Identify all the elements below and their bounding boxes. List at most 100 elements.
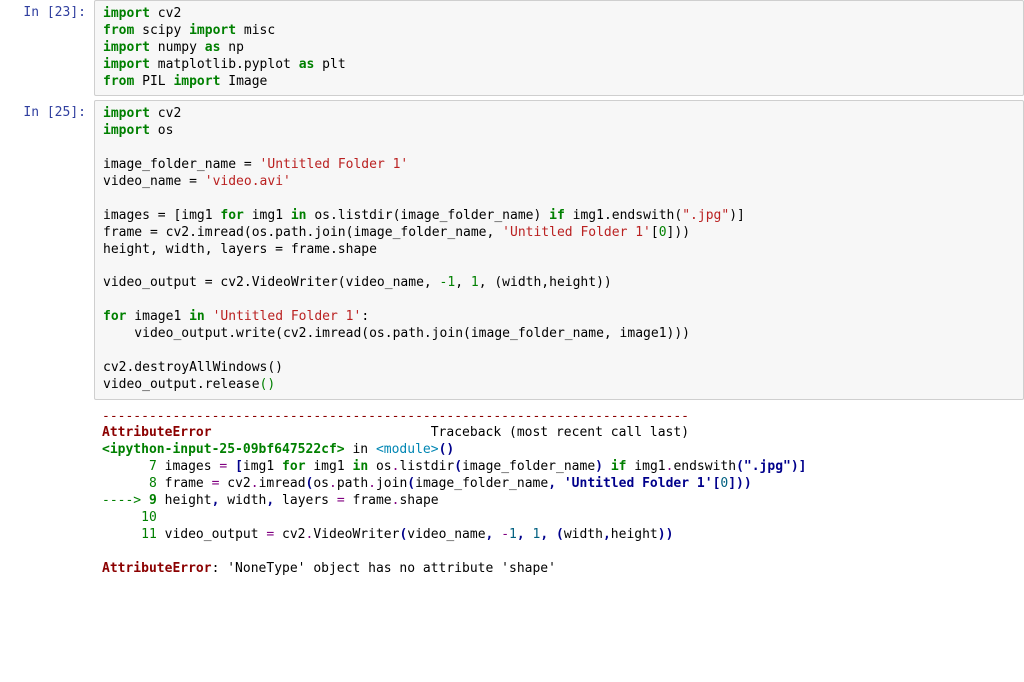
- tb-bracket: [: [235, 459, 243, 474]
- output-cell: ----------------------------------------…: [0, 404, 1024, 583]
- tb-text: endswith: [673, 459, 736, 474]
- output-prompt: [0, 404, 94, 583]
- tb-op: .: [251, 476, 259, 491]
- paren: (): [260, 377, 276, 392]
- tb-module: <module>: [376, 442, 439, 457]
- error-message: : 'NoneType' object has no attribute 'sh…: [212, 561, 556, 576]
- code-text: plt: [314, 57, 345, 72]
- tb-number: 1: [509, 527, 517, 542]
- tb-text: video_name: [407, 527, 485, 542]
- number-literal: 0: [659, 225, 667, 240]
- code-text: video_output = cv2.VideoWriter(video_nam…: [103, 275, 440, 290]
- tb-lineno: 8: [149, 476, 157, 491]
- tb-text: Traceback (most recent call last): [431, 425, 689, 440]
- tb-kw: if: [611, 459, 627, 474]
- code-text: images = [img1: [103, 208, 220, 223]
- string-literal: 'Untitled Folder 1': [502, 225, 651, 240]
- code-text: ])): [667, 225, 690, 240]
- code-text: cv2: [150, 106, 181, 121]
- tb-indent: [102, 527, 141, 542]
- tb-lineno: 11: [141, 527, 157, 542]
- tb-paren: (: [454, 459, 462, 474]
- string-literal: 'video.avi': [205, 174, 291, 189]
- keyword: for: [220, 208, 243, 223]
- code-text: height, width, layers = frame.shape: [103, 242, 377, 257]
- code-text: video_name =: [103, 174, 205, 189]
- tb-paren: (: [556, 527, 564, 542]
- tb-text: width: [219, 493, 266, 508]
- spacer: [212, 425, 431, 440]
- number-literal: -1: [440, 275, 456, 290]
- string-literal: ".jpg": [682, 208, 729, 223]
- keyword: as: [205, 40, 221, 55]
- input-prompt: In [23]:: [0, 0, 94, 96]
- code-input[interactable]: import cv2 from scipy import misc import…: [94, 0, 1024, 96]
- keyword: for: [103, 309, 126, 324]
- keyword: import: [103, 106, 150, 121]
- keyword: import: [103, 40, 150, 55]
- tb-text: join: [376, 476, 407, 491]
- tb-text: height: [611, 527, 658, 542]
- tb-lineno: 10: [141, 510, 157, 525]
- tb-text: [525, 527, 533, 542]
- tb-text: images: [157, 459, 220, 474]
- code-text: img1: [244, 208, 291, 223]
- tb-text: layers: [274, 493, 337, 508]
- code-cell[interactable]: In [25]: import cv2 import os image_fold…: [0, 100, 1024, 399]
- tb-text: shape: [399, 493, 438, 508]
- tb-text: [556, 476, 564, 491]
- code-input[interactable]: import cv2 import os image_folder_name =…: [94, 100, 1024, 399]
- keyword: if: [549, 208, 565, 223]
- code-text: os.listdir(image_folder_name): [307, 208, 550, 223]
- tb-text: img1: [243, 459, 282, 474]
- keyword: import: [103, 57, 150, 72]
- code-text: video_output.write(cv2.imread(os.path.jo…: [103, 326, 690, 341]
- tb-text: path: [337, 476, 368, 491]
- tb-kw: for: [282, 459, 305, 474]
- tb-op: .: [368, 476, 376, 491]
- keyword: import: [173, 74, 220, 89]
- error-name: AttributeError: [102, 561, 212, 576]
- code-text: [205, 309, 213, 324]
- tb-location: <ipython-input-25-09bf647522cf>: [102, 442, 345, 457]
- code-text: image_folder_name =: [103, 157, 260, 172]
- tb-paren: (): [439, 442, 455, 457]
- keyword: import: [189, 23, 236, 38]
- code-text: numpy: [150, 40, 205, 55]
- code-cell[interactable]: In [23]: import cv2 from scipy import mi…: [0, 0, 1024, 96]
- keyword: from: [103, 74, 134, 89]
- tb-op: ,: [540, 527, 548, 542]
- keyword: as: [299, 57, 315, 72]
- tb-divider: ----------------------------------------…: [102, 409, 689, 424]
- tb-text: cv2: [274, 527, 305, 542]
- tb-arrow: ---->: [102, 493, 149, 508]
- tb-op: ,: [603, 527, 611, 542]
- tb-text: video_output: [157, 527, 267, 542]
- string-literal: 'Untitled Folder 1': [213, 309, 362, 324]
- code-text: ,: [455, 275, 471, 290]
- tb-op: ,: [548, 476, 556, 491]
- keyword: import: [103, 123, 150, 138]
- tb-paren: )): [658, 527, 674, 542]
- tb-indent: [102, 510, 141, 525]
- tb-text: os: [313, 476, 329, 491]
- code-text: PIL: [134, 74, 173, 89]
- tb-lineno: 7: [149, 459, 157, 474]
- traceback-output: ----------------------------------------…: [94, 404, 1024, 583]
- tb-op: -: [501, 527, 509, 542]
- string-literal: 'Untitled Folder 1': [260, 157, 409, 172]
- tb-paren: (: [736, 459, 744, 474]
- code-text: os: [150, 123, 173, 138]
- tb-op: =: [337, 493, 345, 508]
- tb-text: frame: [157, 476, 212, 491]
- code-text: cv2.destroyAllWindows(): [103, 360, 283, 375]
- code-text: )]: [729, 208, 745, 223]
- tb-text: [603, 459, 611, 474]
- code-text: matplotlib.pyplot: [150, 57, 299, 72]
- tb-text: image_folder_name: [415, 476, 548, 491]
- tb-paren: (: [407, 476, 415, 491]
- code-text: [: [651, 225, 659, 240]
- tb-string: ".jpg": [744, 459, 791, 474]
- tb-string: 'Untitled Folder 1': [564, 476, 713, 491]
- code-text: :: [361, 309, 369, 324]
